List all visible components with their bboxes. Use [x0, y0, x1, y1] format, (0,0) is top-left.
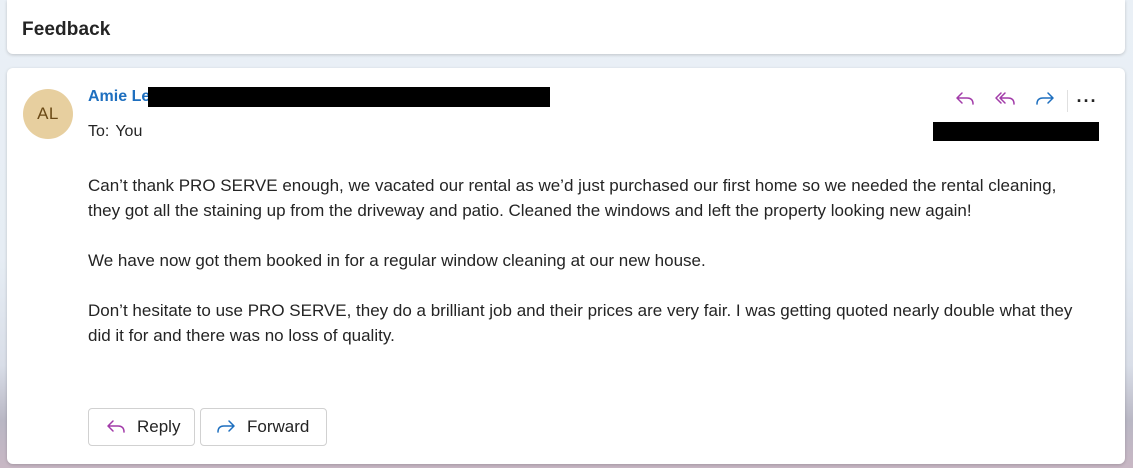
forward-icon: [215, 418, 237, 436]
more-icon: ···: [1076, 90, 1098, 111]
reply-icon: [105, 418, 127, 436]
body-paragraph: Don’t hesitate to use PRO SERVE, they do…: [88, 301, 1073, 345]
more-actions-button[interactable]: ···: [1072, 88, 1102, 114]
forward-button[interactable]: Forward: [200, 408, 327, 446]
message-actions: ···: [945, 88, 1102, 114]
to-value[interactable]: You: [115, 123, 142, 140]
avatar[interactable]: AL: [23, 89, 73, 139]
to-label: To:: [88, 123, 110, 140]
forward-button-label: Forward: [247, 417, 310, 436]
recipient-line: To: You: [88, 123, 142, 141]
forward-icon: [1034, 90, 1056, 113]
reply-action-button[interactable]: [945, 88, 985, 114]
reply-all-action-button[interactable]: [985, 88, 1025, 114]
reply-button[interactable]: Reply: [88, 408, 195, 446]
subject-header: Feedback: [7, 0, 1125, 54]
reply-icon: [954, 90, 976, 113]
message-body: Can’t thank PRO SERVE enough, we vacated…: [88, 173, 1088, 373]
subject-title: Feedback: [22, 19, 111, 40]
reply-all-icon: [994, 90, 1016, 113]
date-redaction: [933, 122, 1099, 141]
forward-action-button[interactable]: [1025, 88, 1065, 114]
sender-redaction: [148, 87, 550, 107]
body-paragraph: Can’t thank PRO SERVE enough, we vacated…: [88, 176, 1057, 220]
actions-divider: [1067, 90, 1068, 112]
message-card: AL Amie Le To: You ··· Can’t thank PRO S…: [7, 68, 1125, 464]
body-paragraph: We have now got them booked in for a reg…: [88, 251, 706, 270]
sender-name[interactable]: Amie Le: [88, 88, 150, 106]
reply-button-label: Reply: [137, 417, 181, 436]
